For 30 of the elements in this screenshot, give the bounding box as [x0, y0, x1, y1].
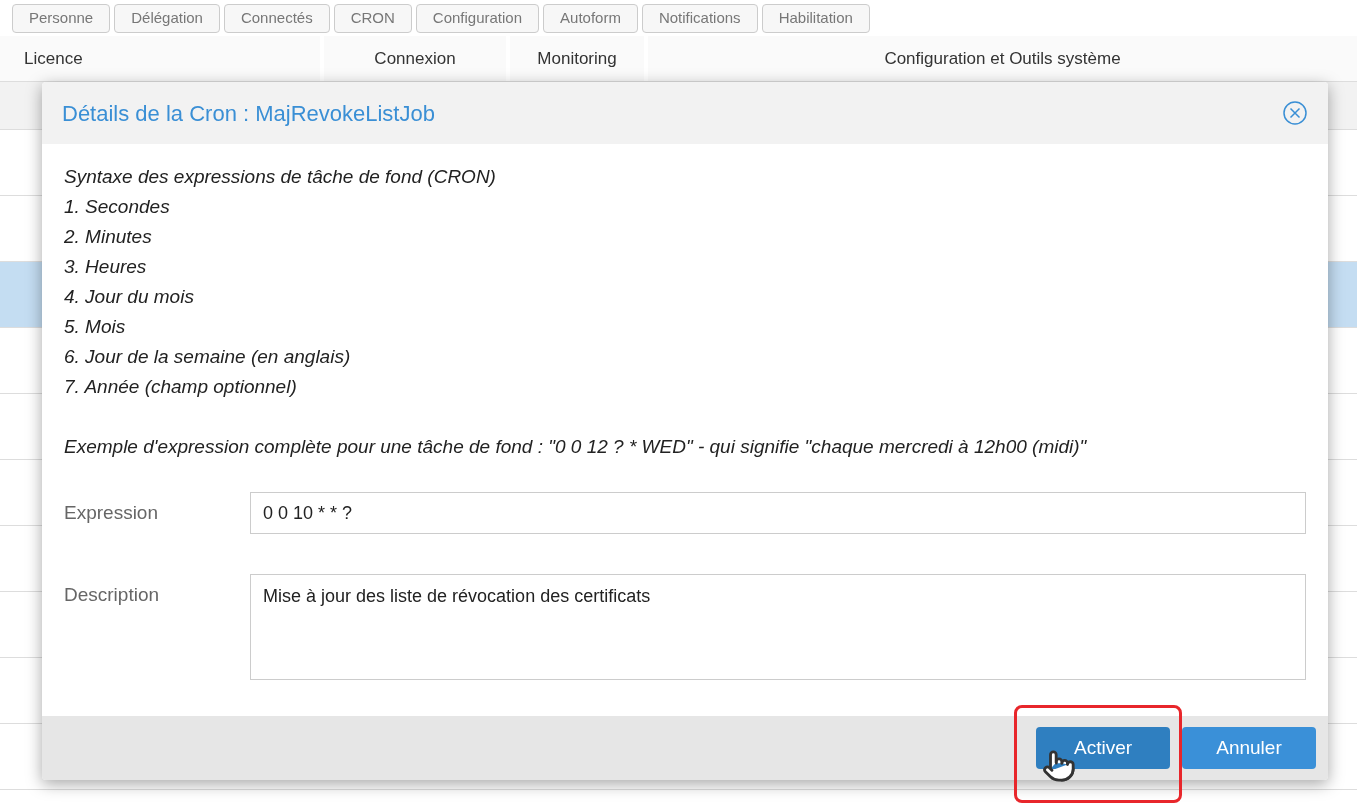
nav-button[interactable]: Habilitation — [761, 4, 870, 33]
syntax-item: 6. Jour de la semaine (en anglais) — [64, 345, 352, 369]
syntax-item: 2. Minutes — [64, 225, 153, 249]
nav-button[interactable]: Autoform — [543, 4, 638, 33]
syntax-item: 3. Heures — [64, 255, 148, 279]
column-group-header: Configuration et Outils système — [884, 47, 1121, 70]
nav-button[interactable]: Délégation — [114, 4, 220, 33]
description-field[interactable]: Mise à jour des liste de révocation des certificats — [250, 574, 1306, 680]
expression-field[interactable]: 0 0 10 * * ? — [250, 492, 1306, 534]
nav-button[interactable]: Connectés — [223, 4, 330, 33]
nav-button[interactable]: CRON — [333, 4, 412, 33]
pointer-hand-icon — [1042, 749, 1076, 783]
field-label: Expression — [64, 501, 159, 525]
column-group-header: Monitoring — [537, 47, 617, 70]
syntax-item: 4. Jour du mois — [64, 285, 195, 309]
dialog-button[interactable]: Annuler — [1182, 727, 1316, 769]
column-group-header: Licence — [24, 47, 83, 70]
syntax-item: 5. Mois — [64, 315, 127, 339]
nav-button[interactable]: Notifications — [641, 4, 758, 33]
syntax-item: 1. Secondes — [64, 195, 171, 219]
dialog-title: Détails de la Cron : MajRevokeListJob — [62, 99, 435, 128]
syntax-item: 7. Année (champ optionnel) — [64, 375, 298, 399]
close-icon[interactable] — [1282, 100, 1308, 126]
nav-button[interactable]: Configuration — [415, 4, 540, 33]
help-text: Syntaxe des expressions de tâche de fond (CRON) — [64, 165, 497, 189]
nav-button[interactable]: Personne — [12, 4, 111, 33]
dialog-button[interactable]: Activer — [1036, 727, 1170, 769]
example-text: Exemple d'expression complète pour une tâche de fond : "0 0 12 ? * WED" - qui signifie "chaque mercredi à 12h00 (midi)" — [64, 435, 1088, 459]
field-label: Description — [64, 583, 161, 607]
column-group-header: Connexion — [374, 47, 456, 70]
